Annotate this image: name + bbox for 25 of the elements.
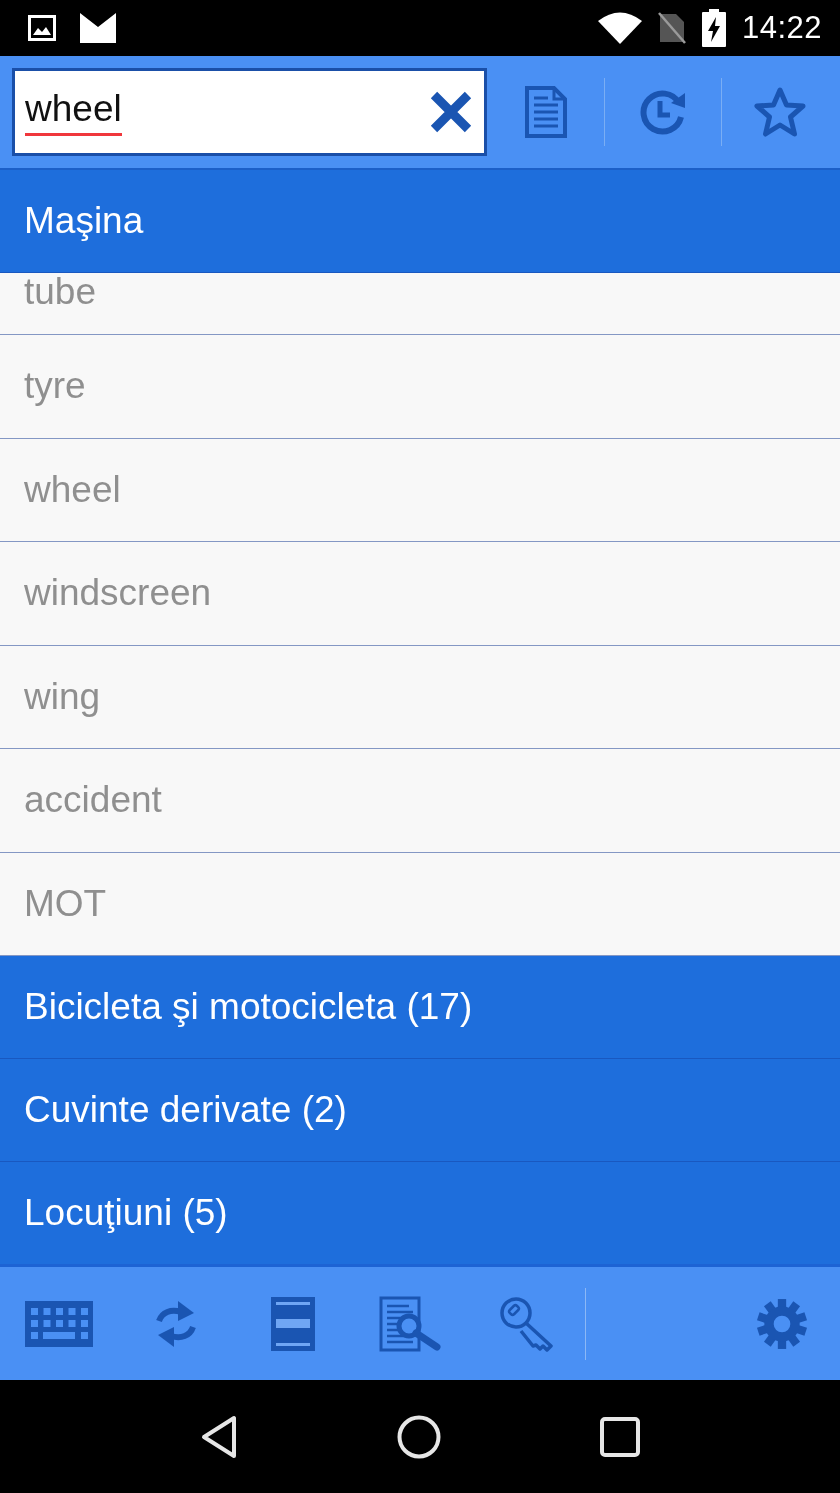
panel-icon[interactable]: [270, 1296, 315, 1351]
search-text: wheel: [25, 88, 122, 136]
section-header[interactable]: Bicicleta şi motocicleta (17): [0, 956, 840, 1059]
section-header[interactable]: Maşina: [0, 170, 840, 273]
back-icon[interactable]: [199, 1414, 238, 1459]
no-sim-icon: [657, 12, 686, 44]
image-icon: [28, 15, 56, 41]
keyboard-icon[interactable]: [24, 1300, 93, 1347]
recent-apps-icon[interactable]: [600, 1416, 641, 1457]
section-header[interactable]: Locuţiuni (5): [0, 1162, 840, 1264]
key-icon[interactable]: [498, 1295, 555, 1352]
mail-icon: [80, 13, 116, 43]
section-header[interactable]: Cuvinte derivate (2): [0, 1059, 840, 1162]
sync-icon[interactable]: [155, 1298, 196, 1349]
document-icon[interactable]: [524, 85, 568, 139]
close-icon[interactable]: [430, 91, 472, 133]
battery-charging-icon: [701, 9, 726, 47]
star-icon[interactable]: [753, 86, 807, 138]
clock-time: 14:22: [741, 10, 822, 46]
document-search-icon[interactable]: [378, 1295, 441, 1352]
search-field[interactable]: wheel: [12, 68, 487, 156]
home-icon[interactable]: [397, 1414, 441, 1459]
history-icon[interactable]: [639, 89, 687, 135]
settings-icon[interactable]: [755, 1297, 808, 1350]
wifi-icon: [597, 12, 642, 44]
